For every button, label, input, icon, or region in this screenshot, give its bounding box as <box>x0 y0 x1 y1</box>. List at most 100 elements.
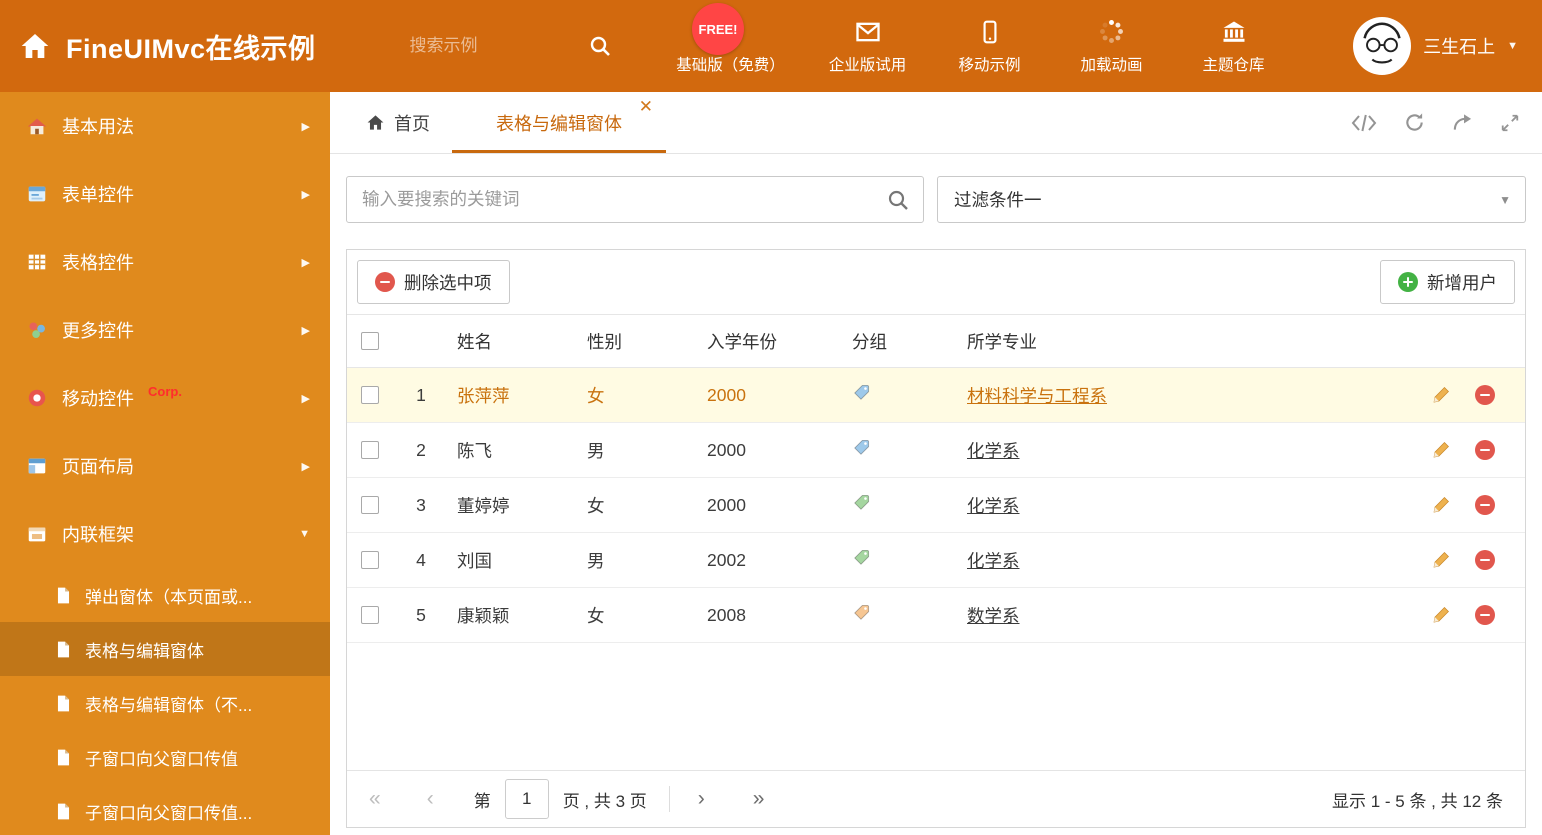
row-checkbox[interactable] <box>361 386 379 404</box>
brand: FineUIMvc在线示例 <box>0 27 316 66</box>
sidebar-subitem[interactable]: 弹出窗体（本页面或... <box>0 568 330 622</box>
share-icon[interactable] <box>1452 112 1473 133</box>
sidebar-item-label: 更多控件 <box>62 321 134 341</box>
tag-icon <box>852 383 871 402</box>
table-row[interactable]: 5 康颖颖 女 2008 数学系 <box>347 588 1525 643</box>
sidebar-subitem[interactable]: 表格与编辑窗体（不... <box>0 676 330 730</box>
tab-active-label: 表格与编辑窗体 <box>496 113 622 134</box>
chevron-down-icon: ▼ <box>1499 192 1511 207</box>
row-checkbox[interactable] <box>361 606 379 624</box>
filter-select-value: 过滤条件一 <box>954 190 1042 210</box>
sidebar-item[interactable]: 表单控件 ▶ <box>0 160 330 228</box>
sidebar-subitem[interactable]: 子窗口向父窗口传值... <box>0 784 330 835</box>
chevron-down-icon: ▼ <box>1507 40 1518 52</box>
major-link[interactable]: 化学系 <box>967 551 1020 571</box>
major-link[interactable]: 材料科学与工程系 <box>967 386 1107 406</box>
search-icon[interactable] <box>886 188 910 212</box>
sidebar-subitem-label: 子窗口向父窗口传值 <box>85 749 238 769</box>
delete-row-icon[interactable] <box>1475 605 1495 625</box>
main-content: 首页 表格与编辑窗体 ✕ 过滤条件一 ▼ <box>330 92 1542 835</box>
chevron-right-icon: ▶ <box>301 120 310 133</box>
sidebar-subitem-label: 子窗口向父窗口传值... <box>85 803 253 823</box>
last-page-icon[interactable]: » <box>753 787 765 811</box>
header-nav-item[interactable]: 加载动画 <box>1066 18 1158 75</box>
delete-row-icon[interactable] <box>1475 385 1495 405</box>
spinner-icon <box>1098 18 1125 46</box>
major-link[interactable]: 化学系 <box>967 496 1020 516</box>
major-link[interactable]: 化学系 <box>967 441 1020 461</box>
top-header: FineUIMvc在线示例 FREE! 基础版（免费） 企业版试用 移动示例 加… <box>0 0 1542 92</box>
keyword-search-box <box>346 176 924 223</box>
next-page-icon[interactable]: › <box>698 787 705 811</box>
widgets-icon <box>26 319 48 341</box>
header-nav-label: 加载动画 <box>1080 56 1143 74</box>
sidebar-subitem[interactable]: 表格与编辑窗体 <box>0 622 330 676</box>
refresh-icon[interactable] <box>1404 112 1425 133</box>
row-checkbox[interactable] <box>361 496 379 514</box>
sidebar-item[interactable]: 页面布局 ▶ <box>0 432 330 500</box>
table-empty-space <box>347 643 1525 770</box>
header-nav-item[interactable]: 主题仓库 <box>1188 18 1280 75</box>
app-home-icon[interactable] <box>18 30 52 62</box>
row-gender: 女 <box>587 385 605 406</box>
sidebar-item-label: 表格控件 <box>62 253 134 273</box>
delete-selected-button[interactable]: 删除选中项 <box>357 260 510 304</box>
table-row[interactable]: 2 陈飞 男 2000 化学系 <box>347 423 1525 478</box>
header-nav-label: 基础版（免费） <box>676 56 785 74</box>
layout-icon <box>26 455 48 477</box>
table-row[interactable]: 3 董婷婷 女 2000 化学系 <box>347 478 1525 533</box>
first-page-icon[interactable]: « <box>369 787 381 811</box>
edit-pencil-icon[interactable] <box>1431 605 1451 625</box>
header-nav-item[interactable]: 移动示例 <box>944 18 1036 75</box>
edit-pencil-icon[interactable] <box>1431 385 1451 405</box>
tab-grid-edit-window[interactable]: 表格与编辑窗体 ✕ <box>452 92 666 153</box>
close-icon[interactable]: ✕ <box>639 98 653 115</box>
header-nav-item[interactable]: 企业版试用 <box>822 18 914 75</box>
row-gender: 男 <box>587 440 605 461</box>
sidebar-item[interactable]: 更多控件 ▶ <box>0 296 330 364</box>
row-index: 1 <box>416 384 426 405</box>
edit-pencil-icon[interactable] <box>1431 440 1451 460</box>
row-index: 5 <box>416 604 426 625</box>
sidebar-item-label: 页面布局 <box>62 457 134 477</box>
code-icon[interactable] <box>1351 113 1377 133</box>
prev-page-icon[interactable]: ‹ <box>427 787 434 811</box>
edit-pencil-icon[interactable] <box>1431 495 1451 515</box>
file-icon <box>54 640 73 659</box>
row-year: 2000 <box>707 439 746 460</box>
tag-icon <box>852 548 871 567</box>
row-checkbox[interactable] <box>361 441 379 459</box>
keyword-search-input[interactable] <box>347 177 923 222</box>
table-body: 1 张萍萍 女 2000 材料科学与工程系 2 陈飞 男 2000 化学系 3 … <box>347 368 1525 643</box>
header-nav-label: 移动示例 <box>958 56 1021 74</box>
delete-row-icon[interactable] <box>1475 495 1495 515</box>
header-search-input[interactable] <box>407 35 578 57</box>
filter-select[interactable]: 过滤条件一 ▼ <box>937 176 1526 223</box>
header-nav-label: 企业版试用 <box>828 56 907 74</box>
add-user-button[interactable]: 新增用户 <box>1380 260 1515 304</box>
table-row[interactable]: 1 张萍萍 女 2000 材料科学与工程系 <box>347 368 1525 423</box>
edit-pencil-icon[interactable] <box>1431 550 1451 570</box>
row-checkbox[interactable] <box>361 551 379 569</box>
user-menu[interactable]: 三生石上 ▼ <box>1353 17 1542 75</box>
table-row[interactable]: 4 刘国 男 2002 化学系 <box>347 533 1525 588</box>
search-icon[interactable] <box>588 34 612 58</box>
sidebar-item[interactable]: 移动控件 Corp. ▶ <box>0 364 330 432</box>
sidebar-item[interactable]: 基本用法 ▶ <box>0 92 330 160</box>
delete-row-icon[interactable] <box>1475 440 1495 460</box>
tab-home[interactable]: 首页 <box>344 92 452 153</box>
filter-row: 过滤条件一 ▼ <box>330 154 1542 223</box>
sidebar-item[interactable]: 表格控件 ▶ <box>0 228 330 296</box>
delete-row-icon[interactable] <box>1475 550 1495 570</box>
select-all-checkbox[interactable] <box>361 332 379 350</box>
sidebar-subitem[interactable]: 子窗口向父窗口传值 <box>0 730 330 784</box>
file-icon <box>54 748 73 767</box>
expand-icon[interactable] <box>1500 113 1520 133</box>
major-link[interactable]: 数学系 <box>967 606 1020 626</box>
row-index: 3 <box>416 494 426 515</box>
user-name: 三生石上 <box>1423 37 1496 57</box>
row-gender: 女 <box>587 605 605 626</box>
page-number-input[interactable] <box>504 779 549 819</box>
sidebar-item[interactable]: 内联框架 ▼ <box>0 500 330 568</box>
col-gender: 性别 <box>587 331 622 352</box>
